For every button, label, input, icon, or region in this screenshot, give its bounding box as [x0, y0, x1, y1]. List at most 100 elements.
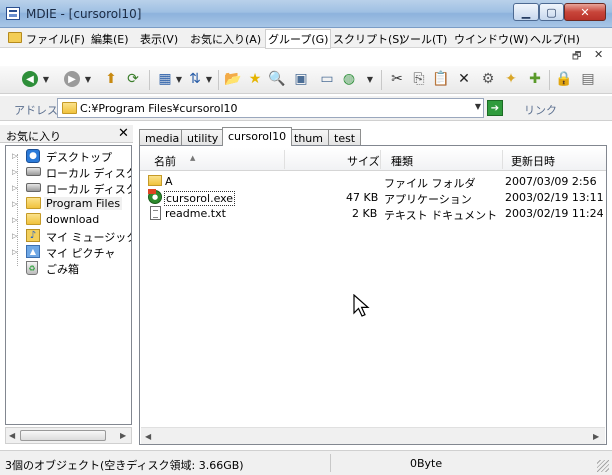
- close-window-button[interactable]: ✕: [564, 3, 606, 21]
- column-header-name[interactable]: 名前: [154, 153, 176, 169]
- tab-media[interactable]: media: [139, 129, 186, 146]
- resize-grip-icon[interactable]: [597, 460, 609, 472]
- address-dropdown-icon[interactable]: ▼: [475, 102, 481, 111]
- new-folder-icon[interactable]: ✦: [503, 71, 519, 87]
- file-type: テキスト ドキュメント: [384, 209, 498, 222]
- scroll-left-icon[interactable]: ◀: [145, 432, 151, 441]
- scroll-left-icon[interactable]: ◀: [9, 431, 15, 440]
- tree-item-my-music[interactable]: ▷ ♪ マイ ミュージック: [6, 228, 131, 244]
- bookmark-add-icon[interactable]: ✚: [527, 71, 543, 87]
- tree-item-local-disk-2[interactable]: ▷ ローカル ディスク (: [6, 180, 131, 196]
- folder-open-icon[interactable]: 📂: [224, 71, 241, 87]
- file-row[interactable]: A ファイル フォルダ 2007/03/09 2:56: [140, 173, 606, 190]
- view-mode-icon[interactable]: ▦: [157, 71, 173, 87]
- expand-icon[interactable]: ▷: [12, 184, 17, 192]
- window-icon[interactable]: ▭: [319, 71, 335, 87]
- expand-icon[interactable]: ▷: [12, 232, 17, 240]
- sort-dropdown-icon[interactable]: ▼: [205, 71, 213, 87]
- menu-script[interactable]: スクリプト(S): [333, 31, 404, 47]
- web-dropdown-icon[interactable]: ▼: [366, 71, 374, 87]
- expand-icon[interactable]: ▷: [12, 248, 17, 256]
- refresh-icon[interactable]: ⟳: [125, 71, 141, 87]
- menu-window[interactable]: ウインドウ(W): [454, 31, 528, 47]
- pictures-folder-icon: ▲: [26, 245, 41, 258]
- cut-icon[interactable]: ✂: [389, 71, 405, 87]
- up-folder-icon[interactable]: ⬆: [103, 71, 119, 87]
- file-list[interactable]: 名前 ▲ サイズ 種類 更新日時 A ファイル フォルダ 2007/03/09 …: [139, 145, 607, 445]
- menu-favorites[interactable]: お気に入り(A): [190, 31, 261, 47]
- favorites-star-icon[interactable]: ★: [247, 71, 263, 87]
- view-mode-dropdown-icon[interactable]: ▼: [175, 71, 183, 87]
- desktop-icon: ●: [26, 149, 41, 163]
- file-size: 2 KB: [352, 207, 378, 220]
- forward-dropdown-icon[interactable]: ▼: [84, 71, 92, 87]
- tab-cursorol10[interactable]: cursorol10: [222, 127, 293, 146]
- address-label: アドレス: [14, 104, 58, 117]
- expand-icon[interactable]: ▷: [12, 216, 17, 224]
- menu-file[interactable]: ファイル(F): [26, 31, 85, 47]
- column-header-type[interactable]: 種類: [391, 153, 413, 169]
- tab-test[interactable]: test: [328, 129, 362, 146]
- tree-item-my-pictures[interactable]: ▷ ▲ マイ ピクチャ: [6, 244, 131, 260]
- music-folder-icon: ♪: [26, 229, 41, 242]
- paste-icon[interactable]: 📋: [432, 71, 449, 87]
- favorites-panel: お気に入り ✕ ▷ ● デスクトップ ▷ ローカル ディスク ( ▷ ローカル …: [0, 125, 133, 447]
- tree-item-download[interactable]: ▷ download: [6, 212, 131, 228]
- close-panel-button[interactable]: ✕: [118, 126, 129, 141]
- script-icon[interactable]: ▤: [580, 71, 596, 87]
- scroll-thumb[interactable]: [20, 430, 106, 441]
- menu-group[interactable]: グループ(G): [265, 29, 332, 49]
- menu-help[interactable]: ヘルプ(H): [530, 31, 580, 47]
- tab-thum[interactable]: thum: [288, 129, 329, 146]
- list-horizontal-scrollbar[interactable]: ◀ ▶: [141, 427, 605, 444]
- status-bar: 3個のオブジェクト(空きディスク領域: 3.66GB) 0Byte: [0, 450, 612, 475]
- back-dropdown-icon[interactable]: ▼: [42, 71, 50, 87]
- tree-horizontal-scrollbar[interactable]: ◀ ▶: [5, 427, 132, 444]
- favorites-tree[interactable]: ▷ ● デスクトップ ▷ ローカル ディスク ( ▷ ローカル ディスク ( ▷…: [5, 145, 132, 425]
- copy-icon[interactable]: ⎘: [411, 71, 427, 87]
- address-text[interactable]: C:¥Program Files¥cursorol10: [80, 102, 238, 115]
- tree-item-local-disk-1[interactable]: ▷ ローカル ディスク (: [6, 164, 131, 180]
- file-name[interactable]: cursorol.exe: [164, 191, 236, 206]
- menu-bar: ファイル(F) 編集(E) 表示(V) お気に入り(A) グループ(G) スクリ…: [0, 28, 612, 49]
- menu-tools[interactable]: ツール(T): [399, 31, 447, 47]
- mdi-close-button[interactable]: ✕: [594, 48, 603, 61]
- tree-item-recycle-bin[interactable]: ♻ ごみ箱: [6, 260, 131, 276]
- tab-utility[interactable]: utility: [181, 129, 225, 146]
- scroll-right-icon[interactable]: ▶: [120, 431, 126, 440]
- column-header-size[interactable]: サイズ: [347, 153, 380, 169]
- mdi-restore-button[interactable]: 🗗: [572, 49, 581, 66]
- expand-icon[interactable]: ▷: [12, 152, 17, 160]
- links-label[interactable]: リンク: [524, 102, 557, 118]
- file-name[interactable]: readme.txt: [165, 207, 226, 220]
- web-globe-icon[interactable]: ◍: [341, 71, 357, 87]
- search-icon[interactable]: 🔍: [268, 71, 285, 87]
- image-view-icon[interactable]: ▣: [293, 71, 309, 87]
- properties-icon[interactable]: ⚙: [480, 71, 496, 87]
- file-row[interactable]: readme.txt 2 KB テキスト ドキュメント 2003/02/19 1…: [140, 205, 606, 222]
- scroll-right-icon[interactable]: ▶: [593, 432, 599, 441]
- expand-icon[interactable]: ▷: [12, 168, 17, 176]
- address-input[interactable]: C:¥Program Files¥cursorol10 ▼: [57, 98, 484, 118]
- go-button[interactable]: ➔: [487, 100, 503, 116]
- folder-icon: [8, 32, 22, 43]
- tree-item-desktop[interactable]: ▷ ● デスクトップ: [6, 148, 131, 164]
- sort-icon[interactable]: ⇅: [187, 71, 203, 87]
- favorites-title: お気に入り: [6, 130, 61, 143]
- file-row[interactable]: ● cursorol.exe 47 KB アプリケーション 2003/02/19…: [140, 189, 606, 206]
- column-header-modified[interactable]: 更新日時: [511, 153, 555, 169]
- file-size: 47 KB: [346, 191, 379, 204]
- favorites-header: お気に入り ✕: [0, 125, 133, 143]
- maximize-button[interactable]: ▢: [539, 3, 564, 21]
- expand-icon[interactable]: ▷: [12, 200, 17, 208]
- drive-icon: [26, 181, 41, 194]
- file-name[interactable]: A: [165, 175, 173, 188]
- tree-item-program-files[interactable]: ▷ Program Files: [6, 196, 131, 212]
- minimize-button[interactable]: ▁: [513, 3, 539, 21]
- menu-edit[interactable]: 編集(E): [91, 31, 129, 47]
- menu-view[interactable]: 表示(V): [140, 31, 178, 47]
- lock-icon[interactable]: 🔒: [555, 71, 572, 87]
- back-arrow-icon[interactable]: ◀: [22, 71, 38, 87]
- delete-icon[interactable]: ✕: [456, 71, 472, 87]
- forward-arrow-icon[interactable]: ▶: [64, 71, 80, 87]
